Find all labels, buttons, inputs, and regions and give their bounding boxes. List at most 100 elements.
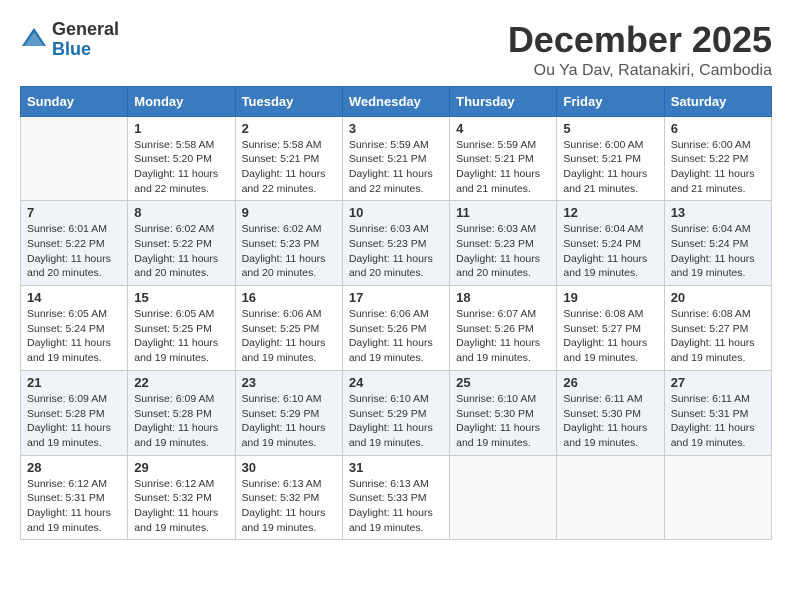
day-number: 20 bbox=[671, 290, 765, 305]
day-info: Sunrise: 6:10 AMSunset: 5:30 PMDaylight:… bbox=[456, 392, 550, 451]
calendar-week-2: 7 Sunrise: 6:01 AMSunset: 5:22 PMDaylight… bbox=[21, 201, 772, 286]
day-number: 31 bbox=[349, 460, 443, 475]
calendar-cell: 22 Sunrise: 6:09 AMSunset: 5:28 PMDayligh… bbox=[128, 370, 235, 455]
day-number: 2 bbox=[242, 121, 336, 136]
day-info: Sunrise: 6:10 AMSunset: 5:29 PMDaylight:… bbox=[349, 392, 443, 451]
day-info: Sunrise: 6:12 AMSunset: 5:31 PMDaylight:… bbox=[27, 477, 121, 536]
day-number: 7 bbox=[27, 205, 121, 220]
header-saturday: Saturday bbox=[664, 86, 771, 116]
day-info: Sunrise: 6:01 AMSunset: 5:22 PMDaylight:… bbox=[27, 222, 121, 281]
logo-icon bbox=[20, 26, 48, 54]
calendar-cell: 28 Sunrise: 6:12 AMSunset: 5:31 PMDayligh… bbox=[21, 455, 128, 540]
day-info: Sunrise: 6:08 AMSunset: 5:27 PMDaylight:… bbox=[671, 307, 765, 366]
calendar-cell: 18Sunrise: 6:07 AMSunset: 5:26 PMDayligh… bbox=[450, 286, 557, 371]
calendar-cell: 20 Sunrise: 6:08 AMSunset: 5:27 PMDayligh… bbox=[664, 286, 771, 371]
day-number: 14 bbox=[27, 290, 121, 305]
calendar-cell: 16Sunrise: 6:06 AMSunset: 5:25 PMDayligh… bbox=[235, 286, 342, 371]
logo-blue-text: Blue bbox=[52, 39, 91, 59]
day-number: 23 bbox=[242, 375, 336, 390]
day-info: Sunrise: 5:58 AMSunset: 5:20 PMDaylight:… bbox=[134, 138, 228, 197]
day-number: 17 bbox=[349, 290, 443, 305]
logo-text: General Blue bbox=[52, 20, 119, 60]
day-info: Sunrise: 6:13 AMSunset: 5:33 PMDaylight:… bbox=[349, 477, 443, 536]
day-info: Sunrise: 5:59 AMSunset: 5:21 PMDaylight:… bbox=[456, 138, 550, 197]
header-thursday: Thursday bbox=[450, 86, 557, 116]
day-number: 8 bbox=[134, 205, 228, 220]
calendar-table: SundayMondayTuesdayWednesdayThursdayFrid… bbox=[20, 86, 772, 541]
day-info: Sunrise: 6:13 AMSunset: 5:32 PMDaylight:… bbox=[242, 477, 336, 536]
day-number: 13 bbox=[671, 205, 765, 220]
day-info: Sunrise: 6:00 AMSunset: 5:21 PMDaylight:… bbox=[563, 138, 657, 197]
calendar-cell: 11 Sunrise: 6:03 AMSunset: 5:23 PMDayligh… bbox=[450, 201, 557, 286]
calendar-cell: 12 Sunrise: 6:04 AMSunset: 5:24 PMDayligh… bbox=[557, 201, 664, 286]
calendar-cell: 30 Sunrise: 6:13 AMSunset: 5:32 PMDayligh… bbox=[235, 455, 342, 540]
day-number: 9 bbox=[242, 205, 336, 220]
calendar-cell bbox=[557, 455, 664, 540]
day-info: Sunrise: 6:03 AMSunset: 5:23 PMDaylight:… bbox=[456, 222, 550, 281]
calendar-cell bbox=[450, 455, 557, 540]
calendar-cell: 23Sunrise: 6:10 AMSunset: 5:29 PMDayligh… bbox=[235, 370, 342, 455]
calendar-header-row: SundayMondayTuesdayWednesdayThursdayFrid… bbox=[21, 86, 772, 116]
calendar-cell: 8 Sunrise: 6:02 AMSunset: 5:22 PMDaylight… bbox=[128, 201, 235, 286]
day-info: Sunrise: 6:04 AMSunset: 5:24 PMDaylight:… bbox=[671, 222, 765, 281]
day-number: 4 bbox=[456, 121, 550, 136]
calendar-week-4: 21 Sunrise: 6:09 AMSunset: 5:28 PMDayligh… bbox=[21, 370, 772, 455]
day-number: 18 bbox=[456, 290, 550, 305]
day-info: Sunrise: 6:06 AMSunset: 5:26 PMDaylight:… bbox=[349, 307, 443, 366]
calendar-cell: 27 Sunrise: 6:11 AMSunset: 5:31 PMDayligh… bbox=[664, 370, 771, 455]
day-info: Sunrise: 6:11 AMSunset: 5:30 PMDaylight:… bbox=[563, 392, 657, 451]
calendar-week-3: 14Sunrise: 6:05 AMSunset: 5:24 PMDayligh… bbox=[21, 286, 772, 371]
calendar-cell: 2Sunrise: 5:58 AMSunset: 5:21 PMDaylight… bbox=[235, 116, 342, 201]
calendar-cell: 14Sunrise: 6:05 AMSunset: 5:24 PMDayligh… bbox=[21, 286, 128, 371]
calendar-cell: 1Sunrise: 5:58 AMSunset: 5:20 PMDaylight… bbox=[128, 116, 235, 201]
day-number: 24 bbox=[349, 375, 443, 390]
calendar-cell: 7 Sunrise: 6:01 AMSunset: 5:22 PMDaylight… bbox=[21, 201, 128, 286]
day-number: 30 bbox=[242, 460, 336, 475]
calendar-cell: 13 Sunrise: 6:04 AMSunset: 5:24 PMDayligh… bbox=[664, 201, 771, 286]
calendar-cell: 26Sunrise: 6:11 AMSunset: 5:30 PMDayligh… bbox=[557, 370, 664, 455]
day-number: 11 bbox=[456, 205, 550, 220]
header-sunday: Sunday bbox=[21, 86, 128, 116]
day-number: 21 bbox=[27, 375, 121, 390]
month-title: December 2025 bbox=[508, 20, 772, 60]
day-info: Sunrise: 6:04 AMSunset: 5:24 PMDaylight:… bbox=[563, 222, 657, 281]
day-number: 22 bbox=[134, 375, 228, 390]
day-info: Sunrise: 6:05 AMSunset: 5:25 PMDaylight:… bbox=[134, 307, 228, 366]
calendar-cell bbox=[21, 116, 128, 201]
calendar-cell bbox=[664, 455, 771, 540]
header-tuesday: Tuesday bbox=[235, 86, 342, 116]
day-number: 16 bbox=[242, 290, 336, 305]
calendar-week-1: 1Sunrise: 5:58 AMSunset: 5:20 PMDaylight… bbox=[21, 116, 772, 201]
calendar-week-5: 28 Sunrise: 6:12 AMSunset: 5:31 PMDayligh… bbox=[21, 455, 772, 540]
day-number: 28 bbox=[27, 460, 121, 475]
calendar-cell: 9Sunrise: 6:02 AMSunset: 5:23 PMDaylight… bbox=[235, 201, 342, 286]
day-number: 10 bbox=[349, 205, 443, 220]
day-number: 12 bbox=[563, 205, 657, 220]
day-info: Sunrise: 6:03 AMSunset: 5:23 PMDaylight:… bbox=[349, 222, 443, 281]
day-info: Sunrise: 6:12 AMSunset: 5:32 PMDaylight:… bbox=[134, 477, 228, 536]
calendar-cell: 29 Sunrise: 6:12 AMSunset: 5:32 PMDayligh… bbox=[128, 455, 235, 540]
day-number: 25 bbox=[456, 375, 550, 390]
calendar-cell: 25 Sunrise: 6:10 AMSunset: 5:30 PMDayligh… bbox=[450, 370, 557, 455]
calendar-cell: 3Sunrise: 5:59 AMSunset: 5:21 PMDaylight… bbox=[342, 116, 449, 201]
calendar-cell: 17 Sunrise: 6:06 AMSunset: 5:26 PMDayligh… bbox=[342, 286, 449, 371]
day-number: 15 bbox=[134, 290, 228, 305]
day-number: 5 bbox=[563, 121, 657, 136]
calendar-cell: 5 Sunrise: 6:00 AMSunset: 5:21 PMDaylight… bbox=[557, 116, 664, 201]
calendar-cell: 21Sunrise: 6:09 AMSunset: 5:28 PMDayligh… bbox=[21, 370, 128, 455]
day-info: Sunrise: 6:11 AMSunset: 5:31 PMDaylight:… bbox=[671, 392, 765, 451]
day-info: Sunrise: 5:59 AMSunset: 5:21 PMDaylight:… bbox=[349, 138, 443, 197]
calendar-cell: 31 Sunrise: 6:13 AMSunset: 5:33 PMDayligh… bbox=[342, 455, 449, 540]
day-number: 27 bbox=[671, 375, 765, 390]
location-text: Ou Ya Dav, Ratanakiri, Cambodia bbox=[508, 62, 772, 80]
day-info: Sunrise: 6:02 AMSunset: 5:22 PMDaylight:… bbox=[134, 222, 228, 281]
title-section: December 2025 Ou Ya Dav, Ratanakiri, Cam… bbox=[508, 20, 772, 80]
day-info: Sunrise: 6:09 AMSunset: 5:28 PMDaylight:… bbox=[134, 392, 228, 451]
header-friday: Friday bbox=[557, 86, 664, 116]
calendar-cell: 19 Sunrise: 6:08 AMSunset: 5:27 PMDayligh… bbox=[557, 286, 664, 371]
day-info: Sunrise: 6:08 AMSunset: 5:27 PMDaylight:… bbox=[563, 307, 657, 366]
calendar-cell: 24 Sunrise: 6:10 AMSunset: 5:29 PMDayligh… bbox=[342, 370, 449, 455]
day-number: 19 bbox=[563, 290, 657, 305]
day-number: 29 bbox=[134, 460, 228, 475]
logo: General Blue bbox=[20, 20, 119, 60]
